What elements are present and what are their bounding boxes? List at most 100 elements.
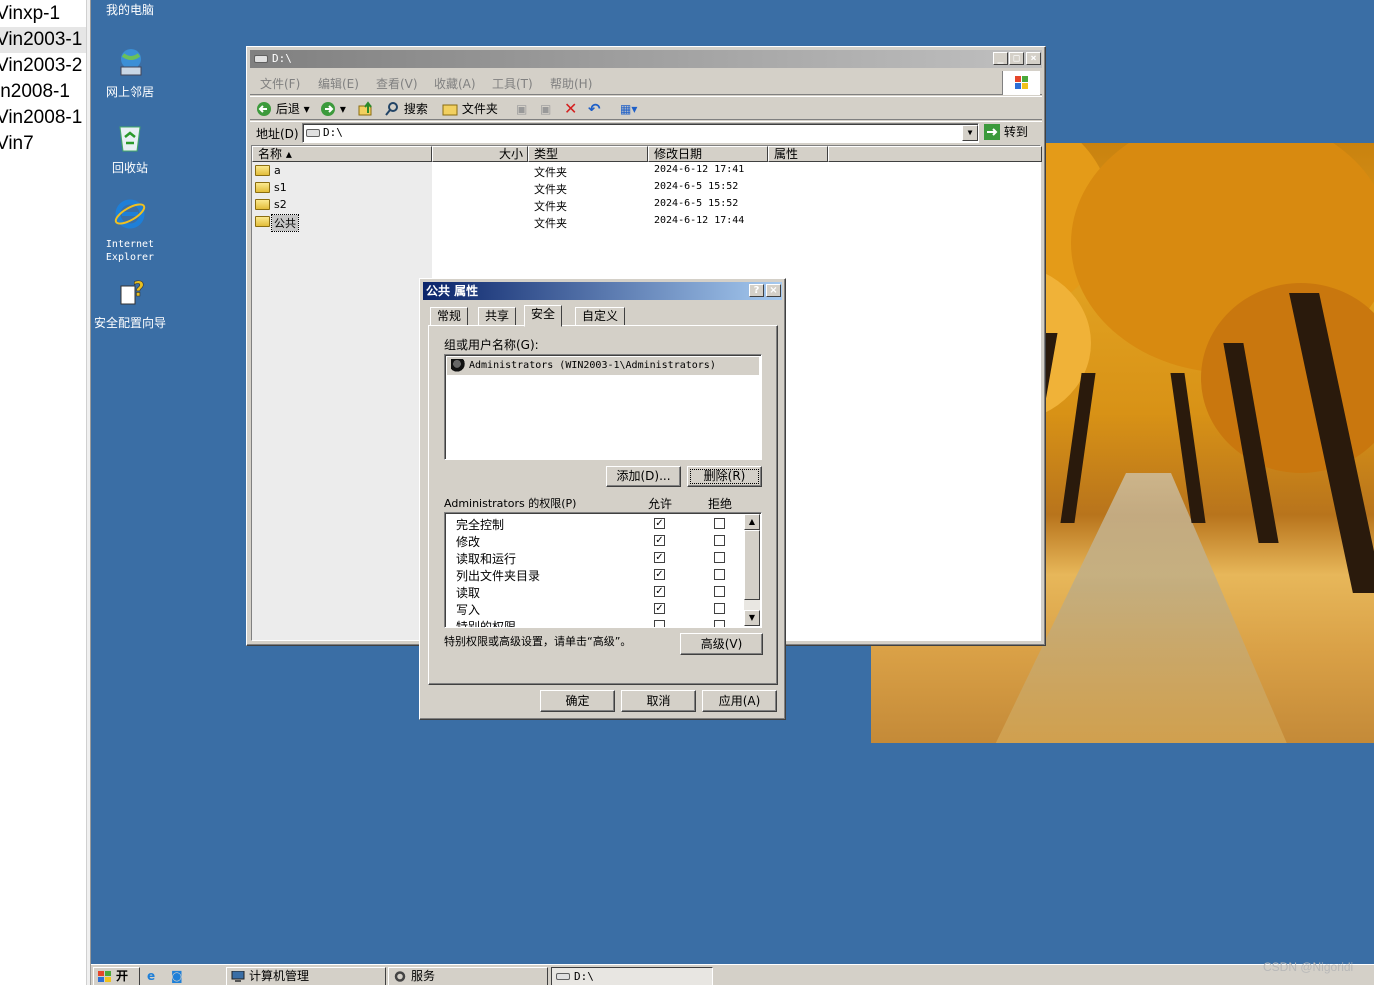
allow-checkbox[interactable]: ✓ bbox=[654, 603, 665, 614]
file-type: 文件夹 bbox=[534, 217, 567, 230]
menu-tools[interactable]: 工具(T) bbox=[492, 75, 533, 92]
search-button[interactable]: 搜索 bbox=[384, 100, 428, 118]
menu-help[interactable]: 帮助(H) bbox=[550, 75, 592, 92]
help-button[interactable]: ? bbox=[749, 284, 764, 297]
permission-row: 修改 ✓ bbox=[445, 531, 745, 549]
user-list[interactable]: Administrators (WIN2003-1\Administrators… bbox=[444, 354, 762, 460]
deny-checkbox[interactable] bbox=[714, 620, 725, 627]
vm-item[interactable]: Vin7 bbox=[0, 131, 34, 157]
vm-item-selected[interactable]: Vin2003-1 bbox=[0, 27, 86, 53]
remove-button[interactable]: 删除(R) bbox=[687, 466, 762, 487]
list-item[interactable]: s2 文件夹 2024-6-5 15:52 bbox=[252, 197, 1042, 214]
deny-column-label: 拒绝 bbox=[708, 497, 733, 511]
allow-checkbox[interactable]: ✓ bbox=[654, 586, 665, 597]
dialog-title: 公共 属性 bbox=[426, 284, 479, 298]
menu-view[interactable]: 查看(V) bbox=[376, 75, 418, 92]
copy-to-button[interactable]: ▣ bbox=[540, 100, 551, 118]
desktop-icon-label: Explorer bbox=[105, 252, 155, 263]
address-input[interactable]: D:\ ▼ bbox=[302, 123, 979, 143]
close-button[interactable]: × bbox=[766, 284, 781, 297]
desktop-icon-security-wizard[interactable]: ? 安全配置向导 bbox=[92, 276, 168, 330]
group-user-label: 组或用户名称(G): bbox=[444, 338, 539, 352]
allow-checkbox[interactable]: ✓ bbox=[654, 552, 665, 563]
scrollbar[interactable]: ▲ ▼ bbox=[744, 514, 760, 626]
vm-item[interactable]: Vin2008-1 bbox=[0, 105, 82, 131]
allow-checkbox[interactable]: ✓ bbox=[654, 535, 665, 546]
column-size[interactable]: 大小 bbox=[432, 146, 528, 162]
permission-row: 完全控制 ✓ bbox=[445, 514, 745, 532]
deny-checkbox[interactable] bbox=[714, 518, 725, 529]
views-button[interactable]: ▦▾ bbox=[620, 100, 637, 118]
dialog-title-bar[interactable]: 公共 属性 ? × bbox=[423, 282, 782, 300]
tab-security[interactable]: 安全 bbox=[524, 305, 563, 327]
scroll-thumb[interactable] bbox=[744, 530, 760, 600]
allow-checkbox[interactable]: ✓ bbox=[654, 569, 665, 580]
vm-item[interactable]: Vinxp-1 bbox=[0, 1, 60, 27]
apply-button[interactable]: 应用(A) bbox=[702, 690, 777, 712]
advanced-button[interactable]: 高级(V) bbox=[680, 633, 763, 655]
move-to-button[interactable]: ▣ bbox=[516, 100, 527, 118]
cancel-button[interactable]: 取消 bbox=[621, 690, 696, 712]
menu-favorites[interactable]: 收藏(A) bbox=[434, 75, 476, 92]
desktop-icon-ie[interactable]: Internet Explorer bbox=[92, 197, 168, 264]
vm-item[interactable]: in2008-1 bbox=[0, 79, 70, 105]
menu-edit[interactable]: 编辑(E) bbox=[318, 75, 359, 92]
maximize-button[interactable]: □ bbox=[1009, 52, 1024, 65]
desktop-icon-my-computer[interactable]: 我的电脑 bbox=[92, 4, 168, 17]
desktop-icon-network[interactable]: 网上邻居 bbox=[92, 45, 168, 99]
file-type: 文件夹 bbox=[534, 200, 567, 213]
taskbar-item-computer-management[interactable]: 计算机管理 bbox=[226, 967, 386, 985]
add-button[interactable]: 添加(D)... bbox=[606, 466, 681, 487]
forward-button[interactable]: ▾ bbox=[320, 100, 346, 118]
start-label: 开始 bbox=[116, 969, 129, 983]
scroll-up-icon[interactable]: ▲ bbox=[744, 514, 760, 530]
desktop-icon-label: 安全配置向导 bbox=[93, 316, 166, 330]
tab-customize[interactable]: 自定义 bbox=[575, 307, 626, 326]
minimize-button[interactable]: _ bbox=[993, 52, 1008, 65]
column-type[interactable]: 类型 bbox=[528, 146, 648, 162]
allow-checkbox[interactable] bbox=[654, 620, 665, 627]
menu-file[interactable]: 文件(F) bbox=[260, 75, 300, 92]
taskbar-item-services[interactable]: 服务 bbox=[388, 967, 548, 985]
deny-checkbox[interactable] bbox=[714, 569, 725, 580]
go-button[interactable]: 转到 bbox=[984, 122, 1028, 142]
list-item[interactable]: a 文件夹 2024-6-12 17:41 bbox=[252, 163, 1042, 180]
vm-item[interactable]: Vin2003-2 bbox=[0, 53, 82, 79]
column-attributes[interactable]: 属性 bbox=[768, 146, 828, 162]
allow-checkbox[interactable]: ✓ bbox=[654, 518, 665, 529]
permission-row: 特别的权限 bbox=[445, 616, 745, 627]
column-name[interactable]: 名称 ▴ bbox=[252, 146, 432, 162]
gear-icon bbox=[394, 971, 406, 982]
back-arrow-icon bbox=[257, 102, 271, 116]
deny-checkbox[interactable] bbox=[714, 586, 725, 597]
title-bar[interactable]: D:\ _ □ × bbox=[250, 50, 1042, 68]
up-folder-button[interactable] bbox=[358, 100, 374, 118]
back-button[interactable]: 后退 ▾ bbox=[256, 100, 310, 118]
column-modified[interactable]: 修改日期 bbox=[648, 146, 768, 162]
explorer-quicklaunch-icon[interactable]: ◙ bbox=[171, 969, 187, 983]
deny-checkbox[interactable] bbox=[714, 603, 725, 614]
task-label: 服务 bbox=[411, 969, 436, 983]
start-button[interactable]: 开始 bbox=[93, 967, 140, 985]
close-button[interactable]: × bbox=[1026, 52, 1041, 65]
file-modified: 2024-6-12 17:44 bbox=[654, 215, 745, 226]
scroll-down-icon[interactable]: ▼ bbox=[744, 610, 760, 626]
delete-icon[interactable]: ✕ bbox=[564, 100, 577, 118]
ok-button[interactable]: 确定 bbox=[540, 690, 615, 712]
toolbar: 后退 ▾ ▾ 搜索 文件夹 ▣ ▣ ✕ ↶ ▦▾ bbox=[250, 96, 1042, 120]
list-item-selected[interactable]: 公共 文件夹 2024-6-12 17:44 bbox=[252, 214, 1042, 232]
tab-general[interactable]: 常规 bbox=[430, 307, 469, 326]
drive-icon bbox=[556, 973, 570, 980]
deny-checkbox[interactable] bbox=[714, 552, 725, 563]
deny-checkbox[interactable] bbox=[714, 535, 725, 546]
undo-icon[interactable]: ↶ bbox=[588, 100, 601, 118]
chevron-down-icon[interactable]: ▼ bbox=[962, 125, 978, 141]
ie-quicklaunch-icon[interactable]: e bbox=[147, 969, 163, 983]
tab-sharing[interactable]: 共享 bbox=[478, 307, 517, 326]
user-list-item-selected[interactable]: Administrators (WIN2003-1\Administrators… bbox=[447, 357, 759, 375]
window-title: D:\ bbox=[272, 52, 292, 65]
taskbar-item-explorer[interactable]: D:\ bbox=[551, 967, 713, 985]
desktop-icon-recycle-bin[interactable]: 回收站 bbox=[92, 121, 168, 175]
list-item[interactable]: s1 文件夹 2024-6-5 15:52 bbox=[252, 180, 1042, 197]
folders-button[interactable]: 文件夹 bbox=[442, 100, 498, 118]
